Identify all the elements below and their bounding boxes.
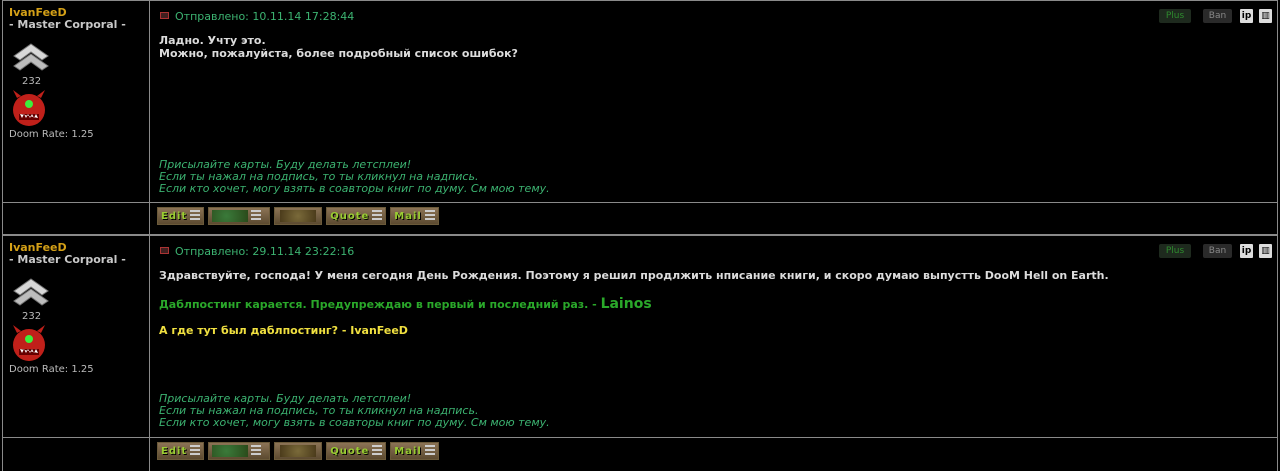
ban-button[interactable]: Ban [1203, 9, 1232, 23]
post-actions: Edit Quote Mail [157, 442, 439, 462]
mail-button[interactable]: Mail [390, 442, 439, 460]
mail-label: Mail [394, 210, 422, 222]
author-panel: IvanFeeD - Master Corporal - 232 Doom Ra… [3, 236, 150, 471]
private-message-button[interactable] [274, 207, 323, 225]
envelope-icon [280, 210, 317, 222]
post-body-line: Здравствуйте, господа! У меня сегодня Де… [159, 269, 1109, 282]
ip-icon[interactable]: ip [1240, 9, 1253, 23]
lines-icon [251, 210, 262, 222]
private-message-button[interactable] [274, 442, 323, 460]
lines-icon [190, 210, 201, 222]
cacodemon-avatar[interactable] [9, 323, 49, 363]
quote-button[interactable]: Quote [326, 207, 387, 225]
edit-button[interactable]: Edit [157, 442, 205, 460]
mail-label: Mail [394, 445, 422, 457]
post-count: 232 [22, 311, 42, 322]
quote-label: Quote [330, 445, 370, 457]
post-actions: Edit Quote Mail [157, 207, 439, 227]
lines-icon [190, 445, 201, 457]
post-icon [160, 247, 169, 254]
signature-line: Если кто хочет, могу взять в соавторы кн… [159, 416, 550, 429]
lines-icon [424, 210, 435, 222]
post-icon [160, 12, 169, 19]
rank-chevron-icon [13, 43, 49, 71]
ip-icon[interactable]: ip [1240, 244, 1253, 258]
forum-post: IvanFeeD - Master Corporal - 232 Doom Ra… [2, 235, 1278, 471]
moderator-note: Даблпостинг карается. Предупреждаю в пер… [159, 296, 652, 312]
post-date: Отправлено: 10.11.14 17:28:44 [175, 10, 355, 23]
author-reply: А где тут был даблпостинг? - IvanFeeD [159, 324, 408, 337]
author-rank: - Master Corporal - [9, 18, 126, 31]
post-body: Ладно. Учту это. Можно, пожалуйста, боле… [159, 34, 1259, 60]
profile-button[interactable] [208, 442, 271, 460]
edit-label: Edit [161, 210, 188, 222]
post-body-line: Ладно. Учту это. [159, 34, 266, 47]
lines-icon [424, 445, 435, 457]
trash-icon[interactable]: ▥ [1259, 9, 1272, 23]
doom-rate: Doom Rate: 1.25 [9, 129, 94, 140]
trash-icon[interactable]: ▥ [1259, 244, 1272, 258]
lines-icon [372, 210, 383, 222]
marine-icon [212, 210, 249, 222]
post-count: 232 [22, 76, 42, 87]
doom-rate: Doom Rate: 1.25 [9, 364, 94, 375]
rank-chevron-icon [13, 278, 49, 306]
profile-button[interactable] [208, 207, 271, 225]
post-body: Здравствуйте, господа! У меня сегодня Де… [159, 269, 1259, 282]
cacodemon-avatar[interactable] [9, 88, 49, 128]
divider [3, 202, 1277, 203]
envelope-icon [280, 445, 317, 457]
plus-button[interactable]: Plus [1159, 9, 1191, 23]
post-content: Отправлено: 10.11.14 17:28:44 Plus Ban i… [151, 1, 1277, 234]
signature-line: Если кто хочет, могу взять в соавторы кн… [159, 182, 550, 195]
divider [3, 437, 1277, 438]
moderator-name[interactable]: Lainos [601, 296, 652, 312]
quote-button[interactable]: Quote [326, 442, 387, 460]
signature: Присылайте карты. Буду делать летсплеи! … [159, 159, 550, 195]
plus-button[interactable]: Plus [1159, 244, 1191, 258]
forum-post: IvanFeeD - Master Corporal - 232 Doom Ra… [2, 0, 1278, 235]
marine-icon [212, 445, 249, 457]
quote-label: Quote [330, 210, 370, 222]
lines-icon [372, 445, 383, 457]
post-body-line: Можно, пожалуйста, более подробный списо… [159, 47, 518, 60]
author-rank: - Master Corporal - [9, 253, 126, 266]
author-panel: IvanFeeD - Master Corporal - 232 Doom Ra… [3, 1, 150, 234]
ban-button[interactable]: Ban [1203, 244, 1232, 258]
post-content: Отправлено: 29.11.14 23:22:16 Plus Ban i… [151, 236, 1277, 471]
lines-icon [251, 445, 262, 457]
signature: Присылайте карты. Буду делать летсплеи! … [159, 393, 550, 429]
edit-label: Edit [161, 445, 188, 457]
post-date: Отправлено: 29.11.14 23:22:16 [175, 245, 355, 258]
edit-button[interactable]: Edit [157, 207, 205, 225]
moderator-note-text: Даблпостинг карается. Предупреждаю в пер… [159, 298, 597, 311]
mail-button[interactable]: Mail [390, 207, 439, 225]
